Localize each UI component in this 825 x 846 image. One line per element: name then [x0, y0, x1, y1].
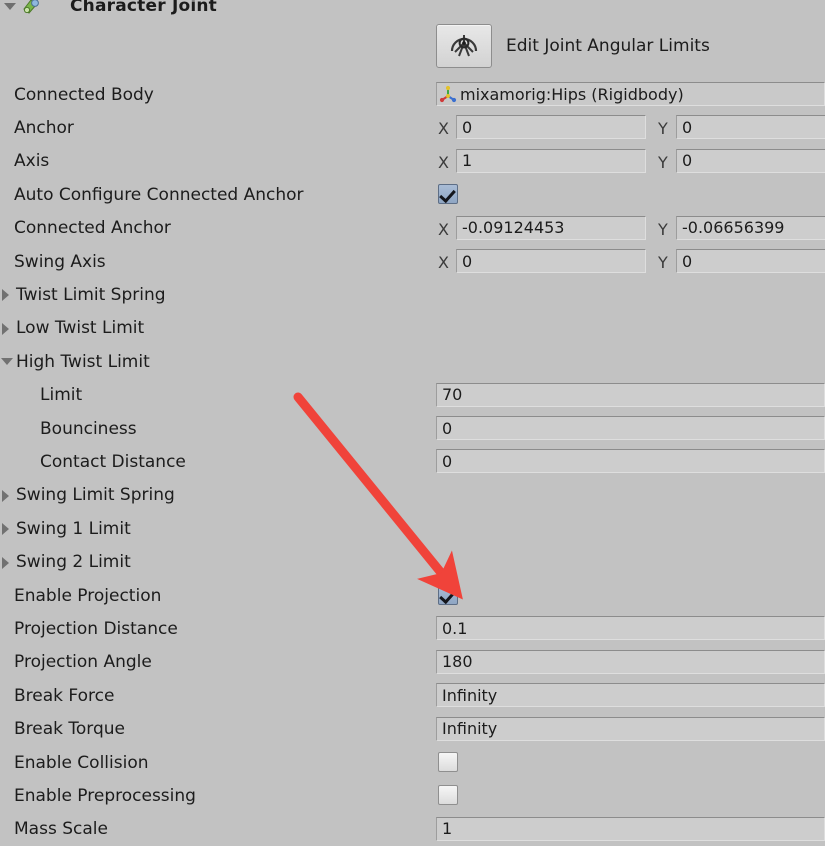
axis-label-x: X: [438, 119, 449, 139]
property-label-swing-axis: Swing Axis: [14, 251, 106, 272]
property-row-contact-distance: Contact Distance 0: [0, 445, 825, 478]
property-label-axis: Axis: [14, 151, 50, 172]
property-label-connected-body: Connected Body: [14, 84, 154, 105]
input-break-torque[interactable]: Infinity: [436, 716, 825, 741]
input-contact-distance[interactable]: 0: [436, 449, 825, 474]
property-label-limit: Limit: [40, 385, 83, 406]
property-row-high-twist-limit: High Twist Limit: [0, 345, 825, 378]
character-joint-inspector: Character Joint Edit Joint Angular Limit…: [0, 0, 825, 841]
axis-label-x: X: [438, 152, 449, 172]
property-row-swing-axis: Swing Axis X 0 Y 0: [0, 245, 825, 278]
input-projection-angle[interactable]: 180: [436, 649, 825, 674]
property-label-swing-limit-spring[interactable]: Swing Limit Spring: [16, 485, 175, 505]
property-row-projection-angle: Projection Angle 180: [0, 646, 825, 679]
input-anchor-x[interactable]: 0: [456, 115, 646, 140]
property-label-connected-anchor: Connected Anchor: [14, 218, 171, 239]
input-connected-anchor-y[interactable]: -0.06656399: [676, 215, 825, 240]
axis-label-y: Y: [658, 253, 668, 272]
property-row-low-twist-limit: Low Twist Limit: [0, 312, 825, 345]
edit-joint-angular-limits-button[interactable]: [436, 24, 492, 68]
property-row-connected-body: Connected Body mixamorig:Hips (Rigidbody): [0, 78, 825, 111]
axis-label-x: X: [438, 219, 449, 239]
property-label-twist-limit-spring[interactable]: Twist Limit Spring: [16, 285, 166, 305]
component-header[interactable]: Character Joint: [0, 0, 825, 18]
property-row-break-torque: Break Torque Infinity: [0, 713, 825, 746]
property-label-contact-distance: Contact Distance: [40, 451, 186, 472]
checkbox-enable-preprocessing[interactable]: [438, 785, 458, 806]
property-row-connected-anchor: Connected Anchor X -0.09124453 Y -0.06656399: [0, 212, 825, 245]
property-row-enable-projection: Enable Projection: [0, 579, 825, 612]
property-row-swing-1-limit: Swing 1 Limit: [0, 512, 825, 545]
checkbox-enable-collision[interactable]: [438, 752, 458, 772]
property-label-bounciness: Bounciness: [40, 418, 137, 439]
object-field-value: mixamorig:Hips (Rigidbody): [460, 84, 684, 104]
property-label-enable-projection: Enable Projection: [14, 585, 162, 606]
property-label-auto-configure-connected-anchor: Auto Configure Connected Anchor: [14, 184, 304, 205]
input-mass-scale[interactable]: 1: [436, 816, 825, 841]
property-label-enable-collision: Enable Collision: [14, 752, 149, 773]
input-swing-axis-x[interactable]: 0: [456, 249, 646, 273]
input-projection-distance[interactable]: 0.1: [436, 616, 825, 641]
component-foldout-triangle[interactable]: [4, 2, 16, 10]
property-label-swing-2-limit[interactable]: Swing 2 Limit: [16, 552, 131, 572]
property-row-twist-limit-spring: Twist Limit Spring: [0, 278, 825, 311]
component-title: Character Joint: [70, 0, 218, 16]
foldout-triangle-low-twist-limit[interactable]: [2, 322, 9, 335]
property-label-low-twist-limit[interactable]: Low Twist Limit: [16, 318, 144, 338]
property-row-enable-preprocessing: Enable Preprocessing: [0, 779, 825, 812]
property-label-break-force: Break Force: [14, 685, 115, 706]
property-row-auto-configure-connected-anchor: Auto Configure Connected Anchor: [0, 178, 825, 211]
property-label-break-torque: Break Torque: [14, 719, 126, 740]
foldout-triangle-swing-1-limit[interactable]: [2, 523, 9, 536]
foldout-triangle-twist-limit-spring[interactable]: [2, 289, 9, 302]
input-swing-axis-y[interactable]: 0: [676, 249, 825, 273]
input-break-force[interactable]: Infinity: [436, 683, 825, 708]
axis-label-x: X: [438, 253, 449, 272]
property-label-anchor: Anchor: [14, 117, 74, 138]
transform-gizmo-icon: [439, 85, 457, 103]
object-field-connected-body[interactable]: mixamorig:Hips (Rigidbody): [436, 82, 825, 106]
edit-joint-angular-limits-row: Edit Joint Angular Limits: [436, 24, 710, 68]
property-label-mass-scale: Mass Scale: [14, 819, 108, 840]
checkbox-enable-projection[interactable]: [438, 585, 458, 605]
property-row-axis: Axis X 1 Y 0: [0, 145, 825, 178]
input-connected-anchor-x[interactable]: -0.09124453: [456, 215, 646, 240]
property-label-swing-1-limit[interactable]: Swing 1 Limit: [16, 519, 131, 539]
checkbox-auto-configure-connected-anchor[interactable]: [438, 184, 458, 205]
property-row-limit: Limit 70: [0, 379, 825, 412]
input-limit[interactable]: 70: [436, 382, 825, 407]
input-axis-x[interactable]: 1: [456, 148, 646, 173]
property-row-swing-2-limit: Swing 2 Limit: [0, 546, 825, 579]
property-row-projection-distance: Projection Distance 0.1: [0, 612, 825, 645]
property-row-mass-scale: Mass Scale 1: [0, 813, 825, 846]
property-row-enable-collision: Enable Collision: [0, 746, 825, 779]
axis-label-y: Y: [658, 152, 668, 172]
property-label-projection-distance: Projection Distance: [14, 618, 178, 639]
foldout-triangle-high-twist-limit[interactable]: [1, 358, 13, 366]
edit-joint-angular-limits-label: Edit Joint Angular Limits: [506, 36, 710, 56]
property-label-projection-angle: Projection Angle: [14, 652, 152, 673]
axis-label-y: Y: [658, 219, 668, 239]
property-row-swing-limit-spring: Swing Limit Spring: [0, 479, 825, 512]
property-row-break-force: Break Force Infinity: [0, 679, 825, 712]
foldout-triangle-swing-2-limit[interactable]: [2, 556, 9, 569]
property-row-bounciness: Bounciness 0: [0, 412, 825, 445]
character-joint-icon: [22, 0, 42, 15]
axis-label-y: Y: [658, 119, 668, 139]
foldout-triangle-swing-limit-spring[interactable]: [2, 489, 9, 502]
input-anchor-y[interactable]: 0: [676, 115, 825, 140]
property-label-high-twist-limit[interactable]: High Twist Limit: [16, 352, 150, 372]
input-axis-y[interactable]: 0: [676, 148, 825, 173]
joint-angular-limits-icon: [447, 29, 481, 64]
input-bounciness[interactable]: 0: [436, 416, 825, 440]
property-label-enable-preprocessing: Enable Preprocessing: [14, 785, 196, 806]
property-row-anchor: Anchor X 0 Y 0: [0, 111, 825, 144]
